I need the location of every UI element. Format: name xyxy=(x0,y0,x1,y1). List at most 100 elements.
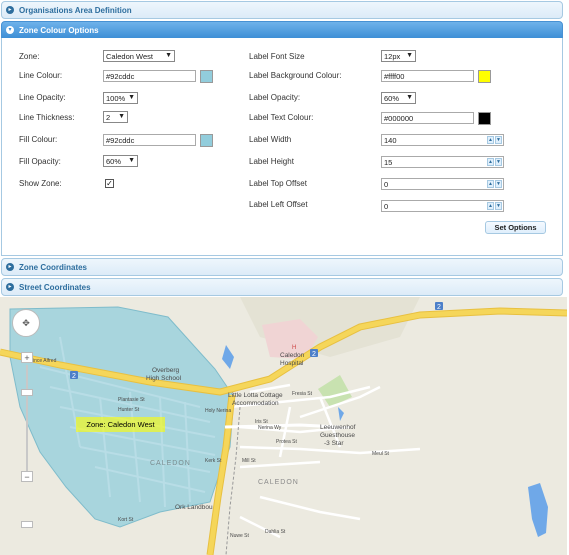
label-bg-colour-label: Label Background Colour: xyxy=(249,71,342,80)
label-width-label: Label Width xyxy=(249,135,292,144)
show-zone-checkbox[interactable]: ✓ xyxy=(105,179,114,188)
line-colour-swatch[interactable] xyxy=(200,70,213,83)
show-zone-label: Show Zone: xyxy=(19,179,62,188)
label-height-input[interactable]: 15 ▲ ▼ xyxy=(381,156,504,168)
spin-down-icon[interactable]: ▼ xyxy=(495,202,502,210)
chevron-down-icon: ▼ xyxy=(118,113,125,120)
chevron-down-icon: ▼ xyxy=(128,94,135,101)
place-high-school: High School xyxy=(146,375,182,382)
label-opacity-select[interactable]: 60% ▼ xyxy=(381,92,416,104)
spin-up-icon[interactable]: ▲ xyxy=(487,180,494,188)
spin-down-icon[interactable]: ▼ xyxy=(495,180,502,188)
chevron-right-icon: ▸ xyxy=(6,283,14,291)
route-badge-3: 2 xyxy=(70,371,78,380)
label-bg-colour-input[interactable]: #ffff00 xyxy=(381,70,474,82)
street-label-dahlia: Dahlia St xyxy=(265,529,286,535)
spin-up-icon[interactable]: ▲ xyxy=(487,158,494,166)
label-text-colour-swatch[interactable] xyxy=(478,112,491,125)
label-top-offset-spinner[interactable]: ▲ ▼ xyxy=(487,180,502,188)
route-badge-2: 2 xyxy=(310,349,318,358)
accordion-zone-coords-header[interactable]: ▸ Zone Coordinates xyxy=(1,258,563,276)
map-view[interactable]: 2 2 2 H Caledon Hospital Overberg High S… xyxy=(0,297,567,555)
street-label-plantasie: Plantasie St xyxy=(118,397,145,403)
fill-opacity-label: Fill Opacity: xyxy=(19,157,61,166)
zoom-in-button[interactable]: + xyxy=(21,352,33,363)
spin-down-icon[interactable]: ▼ xyxy=(495,158,502,166)
chevron-down-icon: ▼ xyxy=(165,52,172,59)
line-opacity-label: Line Opacity: xyxy=(19,93,66,102)
zoom-out-button[interactable]: − xyxy=(21,471,33,482)
spin-up-icon[interactable]: ▲ xyxy=(487,202,494,210)
chevron-right-icon: ▸ xyxy=(6,263,14,271)
street-label-hunter: Hunter St xyxy=(118,407,140,413)
label-opacity-label: Label Opacity: xyxy=(249,93,301,102)
hospital-icon: H xyxy=(292,345,296,351)
label-left-offset-input[interactable]: 0 ▲ ▼ xyxy=(381,200,504,212)
label-text-colour-label: Label Text Colour: xyxy=(249,113,314,122)
route-badge-1: 2 xyxy=(435,302,443,311)
place-little-lotta-1: Little Lotta Cottage xyxy=(228,392,283,399)
street-label-nuwe: Nuwe St xyxy=(230,533,250,539)
accordion-zone-colour-header[interactable]: ▾ Zone Colour Options xyxy=(1,21,563,39)
accordion-zone-coords-title: Zone Coordinates xyxy=(19,262,88,272)
line-colour-input[interactable]: #92cddc xyxy=(103,70,196,82)
accordion-org-area-title: Organisations Area Definition xyxy=(19,5,132,15)
label-top-offset-input[interactable]: 0 ▲ ▼ xyxy=(381,178,504,190)
spin-down-icon[interactable]: ▼ xyxy=(495,136,502,144)
svg-text:2: 2 xyxy=(437,304,441,311)
place-caledon-hospital-2: Hospital xyxy=(280,360,304,367)
street-label-meul: Meul St xyxy=(372,451,390,457)
line-thickness-label: Line Thickness: xyxy=(19,113,75,122)
label-font-size-select[interactable]: 12px ▼ xyxy=(381,50,416,62)
place-caledon-town: CALEDON xyxy=(258,479,299,486)
label-width-input[interactable]: 140 ▲ ▼ xyxy=(381,134,504,146)
label-text-colour-input[interactable]: #000000 xyxy=(381,112,474,124)
zone-colour-panel: Zone: Caledon West ▼ Line Colour: #92cdd… xyxy=(1,38,563,256)
line-colour-label: Line Colour: xyxy=(19,71,63,80)
label-height-label: Label Height xyxy=(249,157,294,166)
zoom-slider-track[interactable] xyxy=(26,365,28,473)
pan-control[interactable]: ✥ xyxy=(12,309,40,337)
street-label-nerina: Nerina Wy xyxy=(258,425,282,431)
street-label-protea: Protea St xyxy=(276,439,297,445)
street-label-fresia: Fresia St xyxy=(292,391,313,397)
accordion-street-coords-title: Street Coordinates xyxy=(19,282,91,292)
accordion-zone-colour-title: Zone Colour Options xyxy=(19,25,99,35)
label-width-spinner[interactable]: ▲ ▼ xyxy=(487,136,502,144)
fill-colour-input[interactable]: #92cddc xyxy=(103,134,196,146)
label-font-size-label: Label Font Size xyxy=(249,52,305,61)
street-label-holy: Holy Nerina xyxy=(205,408,231,414)
chevron-down-icon: ▼ xyxy=(128,157,135,164)
fill-opacity-select[interactable]: 60% ▼ xyxy=(103,155,138,167)
label-bg-colour-swatch[interactable] xyxy=(478,70,491,83)
zoom-level-marker[interactable] xyxy=(21,521,33,528)
line-opacity-select[interactable]: 100% ▼ xyxy=(103,92,138,104)
fill-colour-swatch[interactable] xyxy=(200,134,213,147)
svg-text:2: 2 xyxy=(72,373,76,380)
chevron-down-icon: ▼ xyxy=(406,52,413,59)
svg-text:2: 2 xyxy=(312,351,316,358)
label-top-offset-label: Label Top Offset xyxy=(249,179,307,188)
zoom-slider-handle[interactable] xyxy=(21,389,33,396)
place-ork-landbou: Ork Landbou xyxy=(175,504,213,511)
chevron-down-icon: ▾ xyxy=(6,26,14,34)
spin-up-icon[interactable]: ▲ xyxy=(487,136,494,144)
accordion-street-coords-header[interactable]: ▸ Street Coordinates xyxy=(1,278,563,296)
label-width-value: 140 xyxy=(384,135,397,145)
set-options-button[interactable]: Set Options xyxy=(485,221,546,234)
fill-colour-label: Fill Colour: xyxy=(19,135,58,144)
zone-select[interactable]: Caledon West ▼ xyxy=(103,50,175,62)
fill-opacity-value: 60% xyxy=(106,156,122,166)
label-height-spinner[interactable]: ▲ ▼ xyxy=(487,158,502,166)
line-thickness-select[interactable]: 2 ▼ xyxy=(103,111,128,123)
label-left-offset-label: Label Left Offset xyxy=(249,200,308,209)
label-font-size-value: 12px xyxy=(384,51,401,61)
line-opacity-value: 100% xyxy=(106,93,126,103)
label-left-offset-spinner[interactable]: ▲ ▼ xyxy=(487,202,502,210)
place-leeuwenhof-2: Guesthouse xyxy=(320,432,355,439)
label-height-value: 15 xyxy=(384,157,393,167)
accordion-org-area-header[interactable]: ▸ Organisations Area Definition xyxy=(1,1,563,19)
chevron-down-icon: ▼ xyxy=(406,94,413,101)
place-caledon-hospital-1: Caledon xyxy=(280,352,305,359)
place-overberg: Overberg xyxy=(152,367,179,374)
